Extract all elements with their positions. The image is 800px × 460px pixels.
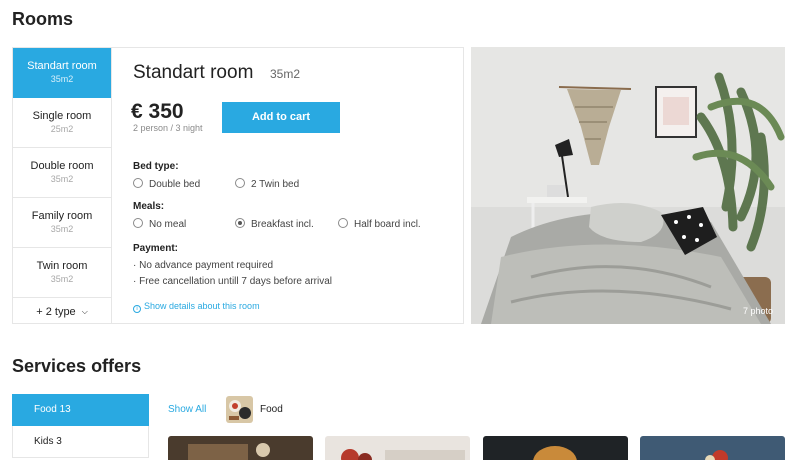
bed-type-option-twin[interactable]: 2 Twin bed bbox=[235, 178, 299, 190]
room-price: € 350 bbox=[131, 100, 184, 123]
room-type-single[interactable]: Single room 25m2 bbox=[13, 98, 111, 148]
room-type-name: Twin room bbox=[36, 260, 88, 272]
service-card-image[interactable] bbox=[483, 436, 628, 460]
room-type-twin[interactable]: Twin room 35m2 bbox=[13, 248, 111, 298]
payment-line: · Free cancellation untill 7 days before… bbox=[133, 276, 332, 287]
service-category-list: Food 13 Kids 3 bbox=[12, 394, 149, 458]
bed-type-label: Bed type: bbox=[133, 161, 179, 172]
service-photo bbox=[483, 436, 628, 460]
room-type-name: Double room bbox=[30, 160, 94, 172]
payment-line: · No advance payment required bbox=[133, 260, 274, 271]
room-type-size: 25m2 bbox=[50, 124, 74, 134]
show-all-link[interactable]: Show All bbox=[168, 404, 206, 415]
service-card-image[interactable] bbox=[168, 436, 313, 460]
food-filter-label: Food bbox=[260, 404, 283, 415]
room-detail-panel: Standart room 35m2 € 350 2 person / 3 ni… bbox=[111, 47, 464, 324]
radio-icon bbox=[133, 218, 143, 228]
show-details-link[interactable]: i Show details about this room bbox=[133, 301, 260, 313]
room-type-name: Single room bbox=[32, 110, 92, 122]
option-label: Double bed bbox=[149, 179, 201, 190]
room-type-family[interactable]: Family room 35m2 bbox=[13, 198, 111, 248]
room-title: Standart room bbox=[133, 62, 254, 83]
radio-icon bbox=[235, 178, 245, 188]
room-type-size: 35m2 bbox=[50, 274, 74, 284]
payment-label: Payment: bbox=[133, 243, 179, 254]
option-label: Breakfast incl. bbox=[251, 219, 314, 230]
room-type-standart[interactable]: Standart room 35m2 bbox=[13, 48, 111, 98]
more-room-types-dropdown[interactable]: + 2 type ⌵ bbox=[13, 298, 111, 325]
meal-option-breakfast[interactable]: Breakfast incl. bbox=[235, 218, 314, 230]
rooms-section-title: Rooms bbox=[12, 9, 74, 29]
service-card-image[interactable] bbox=[640, 436, 785, 460]
service-category-kids[interactable]: Kids 3 bbox=[12, 426, 149, 458]
room-photo-image bbox=[471, 47, 785, 324]
option-label: 2 Twin bed bbox=[251, 179, 300, 190]
add-to-cart-button[interactable]: Add to cart bbox=[222, 102, 340, 133]
room-type-name: Family room bbox=[31, 210, 93, 222]
room-photo[interactable]: 7 photo bbox=[471, 47, 785, 324]
option-label: Half board incl. bbox=[354, 219, 421, 230]
service-card-image[interactable] bbox=[325, 436, 470, 460]
meal-option-none[interactable]: No meal bbox=[133, 218, 186, 230]
photo-count: 7 photo bbox=[742, 306, 773, 316]
option-label: No meal bbox=[149, 219, 187, 230]
meal-option-half-board[interactable]: Half board incl. bbox=[338, 218, 421, 230]
radio-icon bbox=[338, 218, 348, 228]
room-type-name: Standart room bbox=[27, 60, 97, 72]
room-type-double[interactable]: Double room 35m2 bbox=[13, 148, 111, 198]
room-size: 35m2 bbox=[270, 67, 301, 81]
services-section-title: Services offers bbox=[12, 356, 142, 376]
service-photo bbox=[640, 436, 785, 460]
bed-type-option-double[interactable]: Double bed bbox=[133, 178, 200, 190]
price-note: 2 person / 3 night bbox=[133, 123, 203, 133]
service-photo bbox=[168, 436, 313, 460]
room-type-size: 35m2 bbox=[50, 174, 74, 184]
food-filter-chip[interactable] bbox=[226, 396, 253, 423]
room-type-list: Standart room 35m2 Single room 25m2 Doub… bbox=[12, 47, 111, 324]
chevron-down-icon: ⌵ bbox=[81, 307, 88, 316]
radio-checked-icon bbox=[235, 218, 245, 228]
more-room-types-label: + 2 type bbox=[36, 306, 76, 318]
room-type-size: 35m2 bbox=[50, 74, 74, 84]
service-category-food[interactable]: Food 13 bbox=[12, 394, 149, 426]
room-type-size: 35m2 bbox=[50, 224, 74, 234]
service-photo bbox=[325, 436, 470, 460]
info-circle-icon: i bbox=[133, 305, 141, 313]
food-thumbnail-icon bbox=[226, 396, 253, 423]
show-details-label: Show details about this room bbox=[144, 301, 260, 311]
radio-icon bbox=[133, 178, 143, 188]
meals-label: Meals: bbox=[133, 201, 165, 212]
